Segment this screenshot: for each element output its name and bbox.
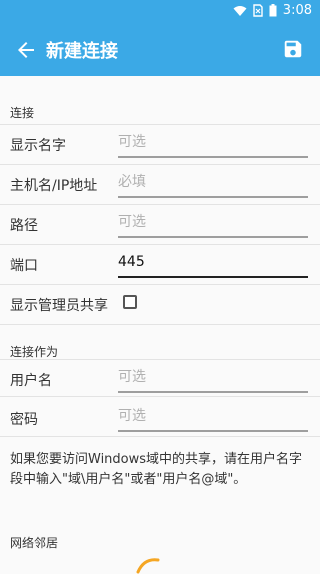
row-path: 路径 bbox=[0, 204, 320, 244]
page-title: 新建连接 bbox=[46, 41, 118, 62]
row-password: 密码 bbox=[0, 398, 320, 438]
status-time: 3:08 bbox=[282, 3, 312, 18]
arrow-left-icon[interactable] bbox=[14, 38, 38, 62]
row-port: 端口 bbox=[0, 244, 320, 284]
host-input[interactable] bbox=[118, 168, 308, 198]
admin-shares-checkbox[interactable] bbox=[123, 295, 137, 309]
divider bbox=[0, 436, 320, 437]
password-label: 密码 bbox=[10, 412, 38, 428]
save-icon[interactable] bbox=[282, 38, 304, 60]
host-label: 主机名/IP地址 bbox=[10, 178, 98, 194]
display-name-label: 显示名字 bbox=[10, 138, 66, 154]
row-username: 用户名 bbox=[0, 359, 320, 399]
divider bbox=[0, 324, 320, 325]
wifi-icon bbox=[233, 5, 247, 16]
loading-spinner-icon bbox=[136, 558, 160, 574]
port-input[interactable] bbox=[118, 248, 308, 278]
no-sim-icon bbox=[253, 4, 263, 17]
connection-form: 连接 显示名字 主机名/IP地址 路径 端口 显示管理员共享 连接作为 用户名 … bbox=[0, 76, 320, 574]
section-header-network: 网络邻居 bbox=[10, 536, 59, 550]
display-name-input[interactable] bbox=[118, 128, 308, 158]
path-label: 路径 bbox=[10, 218, 38, 234]
row-admin-shares: 显示管理员共享 bbox=[0, 284, 320, 324]
username-label: 用户名 bbox=[10, 373, 52, 389]
admin-shares-label: 显示管理员共享 bbox=[10, 298, 108, 314]
battery-icon bbox=[269, 4, 277, 17]
help-text: 如果您要访问Windows域中的共享，请在用户名字段中输入"域\用户名"或者"用… bbox=[10, 452, 303, 487]
password-input[interactable] bbox=[118, 402, 308, 432]
divider bbox=[0, 396, 320, 397]
status-bar: 3:08 bbox=[0, 0, 320, 24]
port-label: 端口 bbox=[10, 258, 38, 274]
row-host: 主机名/IP地址 bbox=[0, 164, 320, 204]
username-input[interactable] bbox=[118, 363, 308, 393]
path-input[interactable] bbox=[118, 208, 308, 238]
section-header-connection: 连接 bbox=[10, 106, 35, 120]
app-bar: 新建连接 bbox=[0, 24, 320, 76]
section-header-connect-as: 连接作为 bbox=[10, 345, 59, 359]
row-display-name: 显示名字 bbox=[0, 124, 320, 164]
